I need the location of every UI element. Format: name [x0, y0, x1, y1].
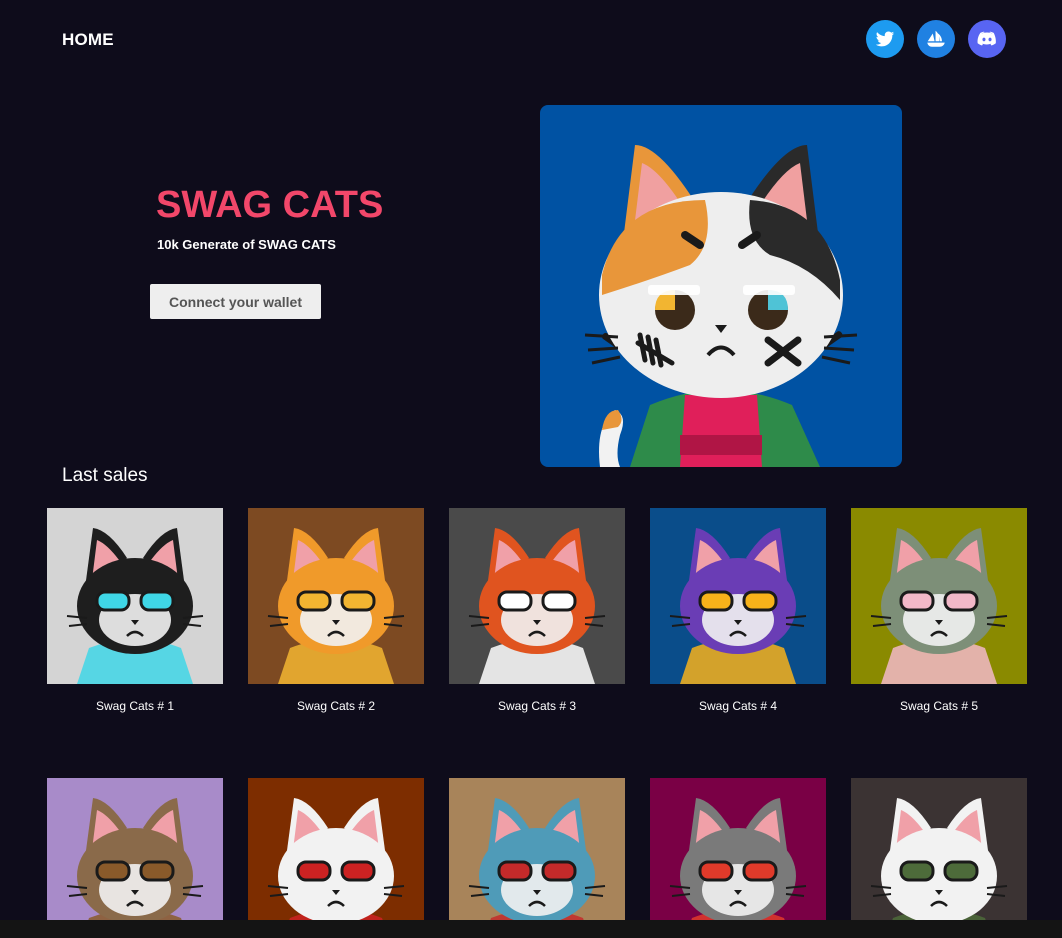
nft-thumbnail[interactable]	[851, 778, 1027, 938]
cat-illustration	[650, 778, 826, 938]
twitter-button[interactable]	[866, 20, 904, 58]
nft-thumbnail[interactable]	[851, 508, 1027, 684]
cat-illustration	[47, 508, 223, 684]
nft-thumbnail[interactable]	[248, 778, 424, 938]
nft-card[interactable]	[650, 778, 826, 938]
twitter-icon	[875, 31, 895, 47]
nft-thumbnail[interactable]	[248, 508, 424, 684]
discord-icon	[977, 31, 996, 46]
hero-subtitle: 10k Generate of SWAG CATS	[157, 237, 336, 252]
nft-card-name: Swag Cats # 5	[899, 699, 979, 713]
cat-illustration	[248, 508, 424, 684]
nft-thumbnail[interactable]	[449, 778, 625, 938]
nft-card[interactable]: Swag Cats # 3	[449, 508, 625, 713]
cat-illustration	[47, 778, 223, 938]
hero-cat-image	[540, 105, 902, 467]
nft-thumbnail[interactable]	[47, 508, 223, 684]
cat-illustration	[851, 508, 1027, 684]
cat-illustration	[851, 778, 1027, 938]
cat-illustration	[449, 508, 625, 684]
cat-illustration	[449, 778, 625, 938]
nav-home-link[interactable]: HOME	[62, 30, 114, 50]
nft-thumbnail[interactable]	[650, 778, 826, 938]
horizontal-scrollbar[interactable]	[0, 920, 1062, 938]
nft-card-name: Swag Cats # 1	[95, 699, 175, 713]
nft-thumbnail[interactable]	[449, 508, 625, 684]
nft-card[interactable]	[248, 778, 424, 938]
nft-card-name: Swag Cats # 4	[698, 699, 778, 713]
nft-thumbnail[interactable]	[650, 508, 826, 684]
connect-wallet-button[interactable]: Connect your wallet	[150, 284, 321, 319]
last-sales-title: Last sales	[62, 465, 148, 486]
nft-card[interactable]: Swag Cats # 5	[851, 508, 1027, 713]
nft-card[interactable]: Swag Cats # 4	[650, 508, 826, 713]
opensea-icon	[927, 30, 945, 47]
nft-card-name: Swag Cats # 3	[497, 699, 577, 713]
hero-cat-illustration	[540, 105, 902, 467]
social-links	[866, 20, 1006, 58]
hero-title: SWAG CATS	[156, 184, 384, 226]
cat-illustration	[248, 778, 424, 938]
nft-card[interactable]	[449, 778, 625, 938]
cat-illustration	[650, 508, 826, 684]
nft-card[interactable]	[47, 778, 223, 938]
nft-card[interactable]: Swag Cats # 1	[47, 508, 223, 713]
nft-thumbnail[interactable]	[47, 778, 223, 938]
opensea-button[interactable]	[917, 20, 955, 58]
nft-card[interactable]	[851, 778, 1027, 938]
nft-card[interactable]: Swag Cats # 2	[248, 508, 424, 713]
nft-card-name: Swag Cats # 2	[296, 699, 376, 713]
discord-button[interactable]	[968, 20, 1006, 58]
